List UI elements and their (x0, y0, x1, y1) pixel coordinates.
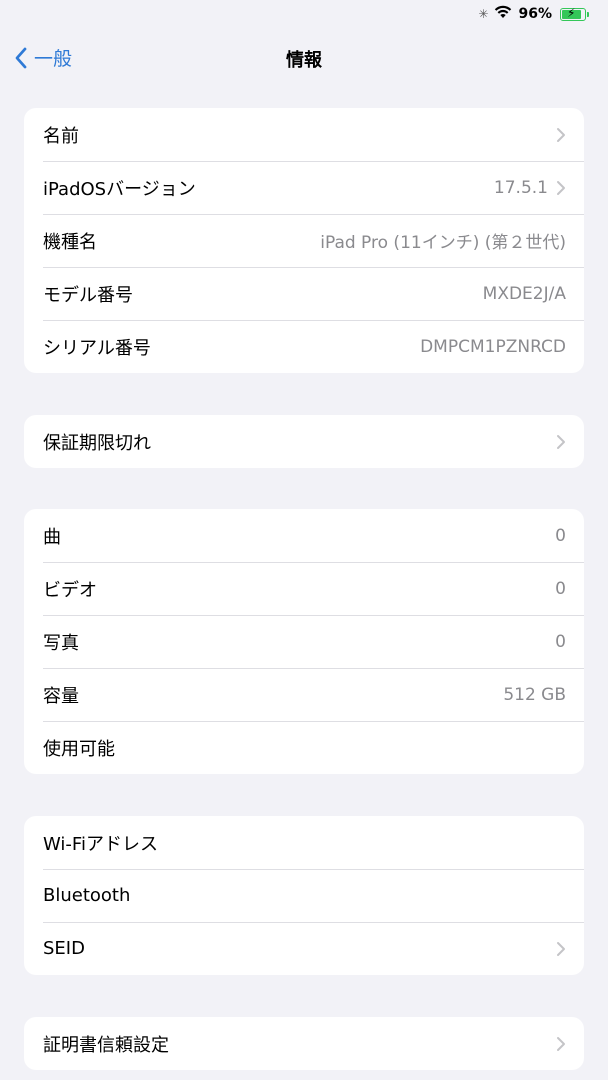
settings-row[interactable]: iPadOSバージョン 17.5.1 (24, 161, 584, 214)
row-label: ビデオ (43, 579, 97, 601)
page-title: 情報 (286, 50, 322, 71)
settings-group-3: 曲 0 ビデオ 0 写真 0 容量 512 GB 使用可能 (24, 509, 584, 774)
settings-group-2: 保証期限切れ (24, 415, 584, 468)
activity-spinner-icon: ✳ (478, 7, 489, 21)
status-bar: ✳ 96% ⚡ (0, 0, 608, 28)
row-label: 写真 (43, 632, 79, 654)
settings-group-4: Wi-Fiアドレス Bluetooth SEID (24, 816, 584, 975)
settings-group-5: 証明書信頼設定 (24, 1017, 584, 1070)
row-value: 0 (555, 578, 566, 599)
navigation-bar: 一般 情報 (0, 36, 608, 80)
charging-bolt-icon: ⚡ (567, 5, 576, 20)
settings-row[interactable]: 名前 (24, 108, 584, 161)
settings-row: 容量 512 GB (24, 668, 584, 721)
settings-group-1: 名前 iPadOSバージョン 17.5.1 機種名 iPad Pro (11インチ) (… (24, 108, 584, 373)
row-value: 512 GB (503, 684, 566, 705)
row-value: 17.5.1 (493, 177, 548, 198)
row-label: Wi-Fiアドレス (43, 833, 158, 855)
settings-row: 機種名 iPad Pro (11インチ) (第２世代) (24, 214, 584, 267)
row-label: 保証期限切れ (43, 432, 151, 454)
row-label: シリアル番号 (43, 337, 151, 359)
battery-charging-icon: ⚡ (560, 5, 589, 21)
chevron-right-icon (557, 434, 565, 449)
row-label: SEID (43, 938, 85, 959)
settings-row: ビデオ 0 (24, 562, 584, 615)
settings-row[interactable]: 証明書信頼設定 (24, 1017, 584, 1070)
settings-row[interactable]: 保証期限切れ (24, 415, 584, 468)
settings-row: Bluetooth (24, 869, 584, 922)
settings-row: モデル番号 MXDE2J/A (24, 267, 584, 320)
row-label: 使用可能 (43, 738, 115, 760)
settings-row: 曲0 (24, 509, 584, 562)
battery-percent: 96% (518, 6, 552, 22)
row-value: iPad Pro (11インチ) (第２世代) (320, 233, 566, 253)
row-value: 0 (555, 631, 566, 652)
row-label: 名前 (43, 125, 79, 147)
row-label: 証明書信頼設定 (43, 1034, 169, 1056)
row-value: DMPCM1PZNRCD (420, 336, 566, 357)
row-label: 容量 (43, 685, 79, 707)
row-label: iPadOSバージョン (43, 178, 196, 200)
row-value: 0 (555, 525, 566, 546)
row-label: モデル番号 (43, 284, 133, 306)
settings-row[interactable]: SEID (24, 922, 584, 975)
chevron-right-icon (557, 180, 565, 195)
settings-row: 写真 0 (24, 615, 584, 668)
wifi-icon (494, 5, 512, 23)
row-label: 曲 (43, 526, 61, 548)
chevron-right-icon (557, 941, 565, 956)
chevron-right-icon (557, 127, 565, 142)
settings-row: Wi-Fiアドレス (24, 816, 584, 869)
battery-nub (587, 11, 589, 17)
row-value: MXDE2J/A (482, 283, 566, 304)
settings-row: シリアル番号 DMPCM1PZNRCD (24, 320, 584, 373)
row-label: Bluetooth (43, 885, 131, 906)
chevron-right-icon (557, 1036, 565, 1051)
row-label: 機種名 (43, 231, 97, 253)
settings-row: 使用可能 (24, 721, 584, 774)
